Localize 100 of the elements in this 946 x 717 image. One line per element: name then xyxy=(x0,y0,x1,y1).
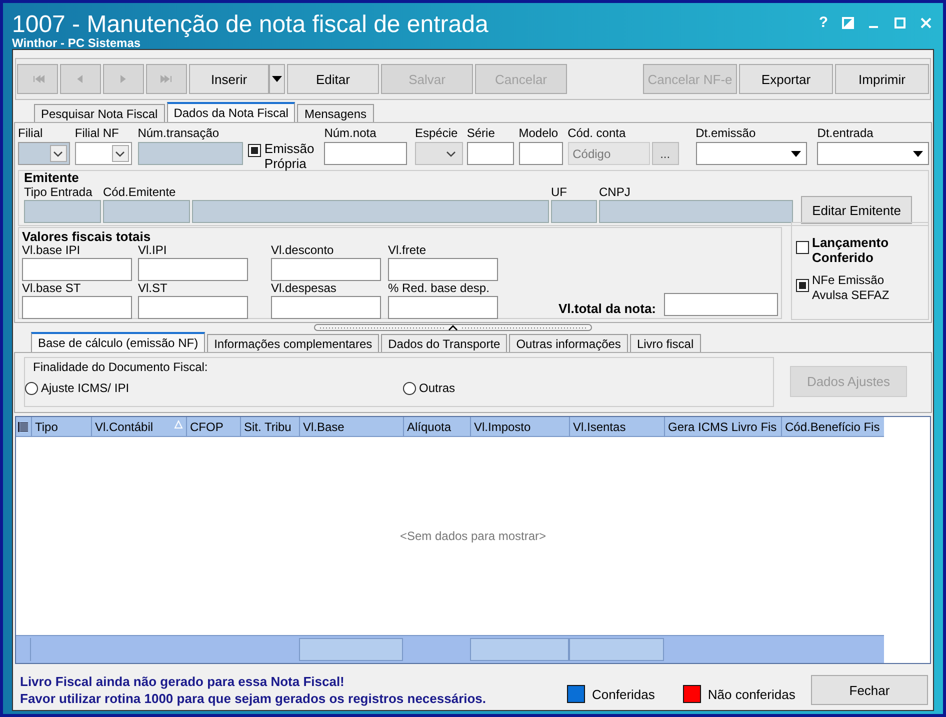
field-label: Série xyxy=(466,125,496,142)
field-label: Filial NF xyxy=(74,125,120,142)
caret-icon xyxy=(791,150,802,156)
input-field[interactable] xyxy=(138,258,248,281)
field-label: Núm.transação xyxy=(138,125,220,142)
edit-issuer-button[interactable]: Editar Emitente xyxy=(801,196,912,224)
input-field[interactable] xyxy=(551,200,597,223)
field-label: Espécie xyxy=(414,125,459,142)
radio-option[interactable]: Ajuste ICMS/ IPI xyxy=(25,381,403,395)
input-field[interactable] xyxy=(192,200,549,223)
toolbar-button[interactable]: Exportar xyxy=(739,64,833,94)
caret-icon xyxy=(912,150,923,156)
chevron-down-icon xyxy=(446,150,456,156)
column-header[interactable]: Vl.Base xyxy=(299,417,403,436)
radio-option[interactable]: Outras xyxy=(403,381,456,395)
splitter-handle[interactable] xyxy=(314,324,592,332)
field-label: Núm.nota xyxy=(324,125,378,142)
insert-button[interactable]: Inserir xyxy=(189,64,269,94)
input-field[interactable] xyxy=(22,258,132,281)
field-label: Vl.base ST xyxy=(22,281,82,296)
field-label: Vl.base IPI xyxy=(22,243,82,258)
radio-button[interactable] xyxy=(403,382,416,394)
input-field[interactable] xyxy=(324,142,407,165)
legend-label: Não conferidas xyxy=(708,686,796,702)
field-label: Dt.emissão xyxy=(696,125,757,142)
column-header[interactable]: Sit. Tribu xyxy=(240,417,299,436)
field-label: Vl.frete xyxy=(388,243,428,258)
input-field[interactable] xyxy=(664,293,778,316)
input-field[interactable]: Código xyxy=(568,142,650,165)
tab[interactable]: Informações complementares xyxy=(207,334,380,352)
field-label: % Red. base desp. xyxy=(388,281,490,296)
tab[interactable]: Pesquisar Nota Fiscal xyxy=(34,104,165,122)
close-icon[interactable] xyxy=(920,16,932,28)
input-field[interactable] xyxy=(24,200,101,223)
checkbox-label: Lançamento Conferido xyxy=(812,235,890,265)
restore-icon[interactable] xyxy=(842,16,854,28)
input-field[interactable] xyxy=(599,200,793,223)
field-label: Vl.IPI xyxy=(138,243,168,258)
field-label: Vl.despesas xyxy=(271,281,338,296)
toolbar-button[interactable]: Editar xyxy=(287,64,379,94)
checkbox-label: Emissão Própria xyxy=(264,141,316,171)
input-field[interactable] xyxy=(103,200,190,223)
tab[interactable]: Outras informações xyxy=(509,334,628,352)
column-header[interactable]: Gera ICMS Livro Fis xyxy=(664,417,781,436)
tab[interactable]: Dados da Nota Fiscal xyxy=(166,102,296,122)
tab[interactable]: Livro fiscal xyxy=(630,334,701,352)
legend-label: Conferidas xyxy=(592,686,655,702)
column-chooser-icon[interactable] xyxy=(18,421,30,433)
field-label: UF xyxy=(551,184,568,200)
dropdown-field[interactable] xyxy=(74,142,132,165)
window-title: 1007 - Manutenção de nota fiscal de entrada xyxy=(12,11,488,38)
field-label: Cód.Emitente xyxy=(103,184,177,200)
checkbox-label: NFe Emissão Avulsa SEFAZ xyxy=(812,273,890,303)
column-header[interactable]: CFOP xyxy=(186,417,240,436)
input-field[interactable] xyxy=(138,142,244,165)
column-header[interactable]: Vl.Isentas xyxy=(569,417,664,436)
date-field[interactable] xyxy=(817,142,929,165)
checkbox[interactable] xyxy=(796,241,809,254)
field-label: Modelo xyxy=(518,125,560,142)
input-field[interactable] xyxy=(22,296,132,319)
column-header[interactable]: Alíquota xyxy=(403,417,470,436)
chevron-down-icon xyxy=(115,150,126,156)
column-header[interactable]: Cód.Benefício Fis xyxy=(781,417,886,436)
input-field[interactable] xyxy=(271,296,381,319)
date-field[interactable] xyxy=(696,142,808,165)
close-button[interactable]: Fechar xyxy=(811,675,928,705)
first-arrow-icon xyxy=(30,74,44,84)
input-field[interactable] xyxy=(518,142,563,165)
field-label: Vl.desconto xyxy=(271,243,335,258)
maximize-icon[interactable] xyxy=(894,16,906,28)
empty-message: <Sem dados para mostrar> xyxy=(400,529,546,543)
column-header[interactable]: Vl.Contábil xyxy=(91,417,186,436)
input-field[interactable] xyxy=(388,258,498,281)
radio-button[interactable] xyxy=(25,382,38,394)
field-label: Dt.entrada xyxy=(817,125,874,142)
lookup-button[interactable]: ... xyxy=(652,142,679,165)
input-field[interactable] xyxy=(138,296,248,319)
input-field[interactable] xyxy=(271,258,381,281)
chevron-down-icon xyxy=(53,150,64,156)
column-header[interactable]: Vl.Imposto xyxy=(470,417,569,436)
checkbox[interactable] xyxy=(248,144,262,157)
tab[interactable]: Dados do Transporte xyxy=(381,334,508,352)
field-label: Tipo Entrada xyxy=(24,184,94,200)
checkbox[interactable] xyxy=(796,279,809,292)
group-title: Emitente xyxy=(24,171,80,184)
field-label: Vl.ST xyxy=(138,281,168,296)
input-field[interactable] xyxy=(388,296,498,319)
toolbar-button[interactable]: Imprimir xyxy=(835,64,929,94)
warning-message: Livro Fiscal ainda não gerado para essa Nota Fiscal! xyxy=(20,673,346,690)
group-title: Finalidade do Documento Fiscal: xyxy=(32,360,209,374)
dropdown-button[interactable] xyxy=(269,64,285,94)
field-label: Cód. conta xyxy=(568,125,627,142)
caret-icon xyxy=(272,76,282,82)
column-header[interactable]: Tipo xyxy=(31,417,91,436)
warning-message: Favor utilizar rotina 1000 para que sejam gerados os registros necessários. xyxy=(20,690,488,707)
dropdown-field[interactable] xyxy=(18,142,70,165)
input-field[interactable] xyxy=(466,142,514,165)
tab[interactable]: Base de cálculo (emissão NF) xyxy=(31,332,206,352)
window-subtitle: Winthor - PC Sistemas xyxy=(12,37,141,49)
tab[interactable]: Mensagens xyxy=(297,104,374,122)
